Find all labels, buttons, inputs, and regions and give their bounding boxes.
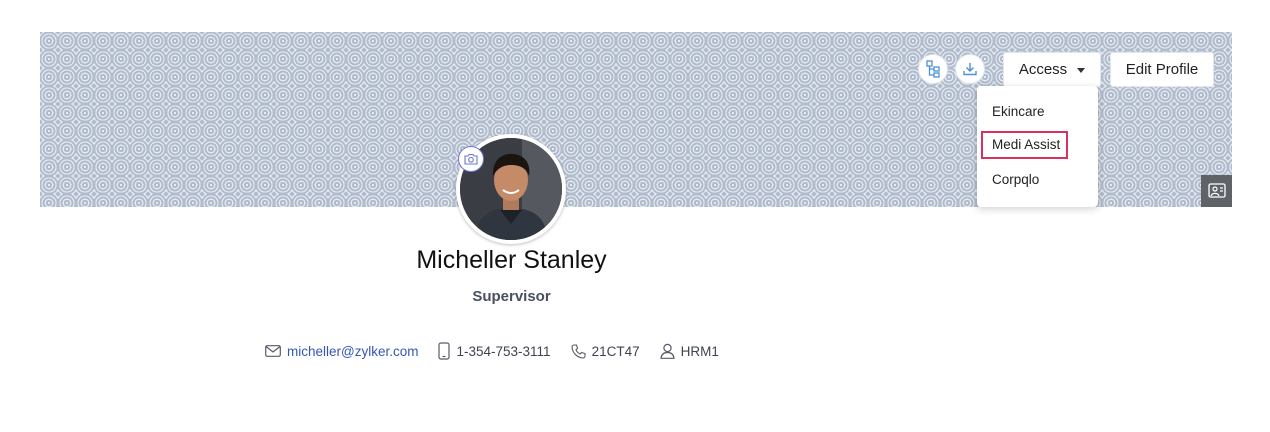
mobile-phone-icon: [438, 342, 451, 360]
camera-icon: [464, 153, 478, 165]
access-dropdown-menu: Ekincare Medi Assist Corpqlo: [977, 86, 1098, 207]
email-contact: micheller@zylker.com: [265, 344, 418, 359]
chevron-down-icon: [1077, 68, 1086, 73]
image-edit-icon: [1207, 183, 1226, 198]
access-label: Access: [1018, 61, 1068, 78]
change-cover-button[interactable]: [1201, 175, 1232, 207]
user-icon: [659, 343, 675, 359]
email-link[interactable]: micheller@zylker.com: [287, 344, 418, 359]
phone-icon: [571, 343, 586, 359]
change-photo-button[interactable]: [458, 146, 484, 172]
extension-contact: 21CT47: [571, 344, 640, 359]
mobile-number: 1-354-753-3111: [456, 343, 551, 359]
mobile-contact: 1-354-753-3111: [438, 342, 551, 360]
org-chart-icon: [926, 60, 940, 78]
download-button[interactable]: [955, 54, 985, 84]
contact-info-row: micheller@zylker.com 1-354-753-3111 21CT…: [265, 341, 739, 361]
org-chart-button[interactable]: [918, 54, 948, 84]
access-button[interactable]: Access: [1003, 52, 1101, 87]
department-contact: HRM1: [659, 343, 719, 359]
menu-item-ekincare[interactable]: Ekincare: [992, 104, 1045, 119]
mail-icon: [265, 345, 281, 357]
profile-name: Micheller Stanley: [416, 246, 607, 274]
download-icon: [963, 63, 977, 76]
menu-item-corpqlo[interactable]: Corpqlo: [992, 172, 1039, 187]
menu-item-medi-assist[interactable]: Medi Assist: [981, 131, 1068, 159]
profile-role: Supervisor: [472, 288, 551, 305]
edit-profile-button[interactable]: Edit Profile: [1110, 52, 1214, 87]
extension-number: 21CT47: [591, 343, 640, 359]
department-label: HRM1: [680, 343, 719, 359]
